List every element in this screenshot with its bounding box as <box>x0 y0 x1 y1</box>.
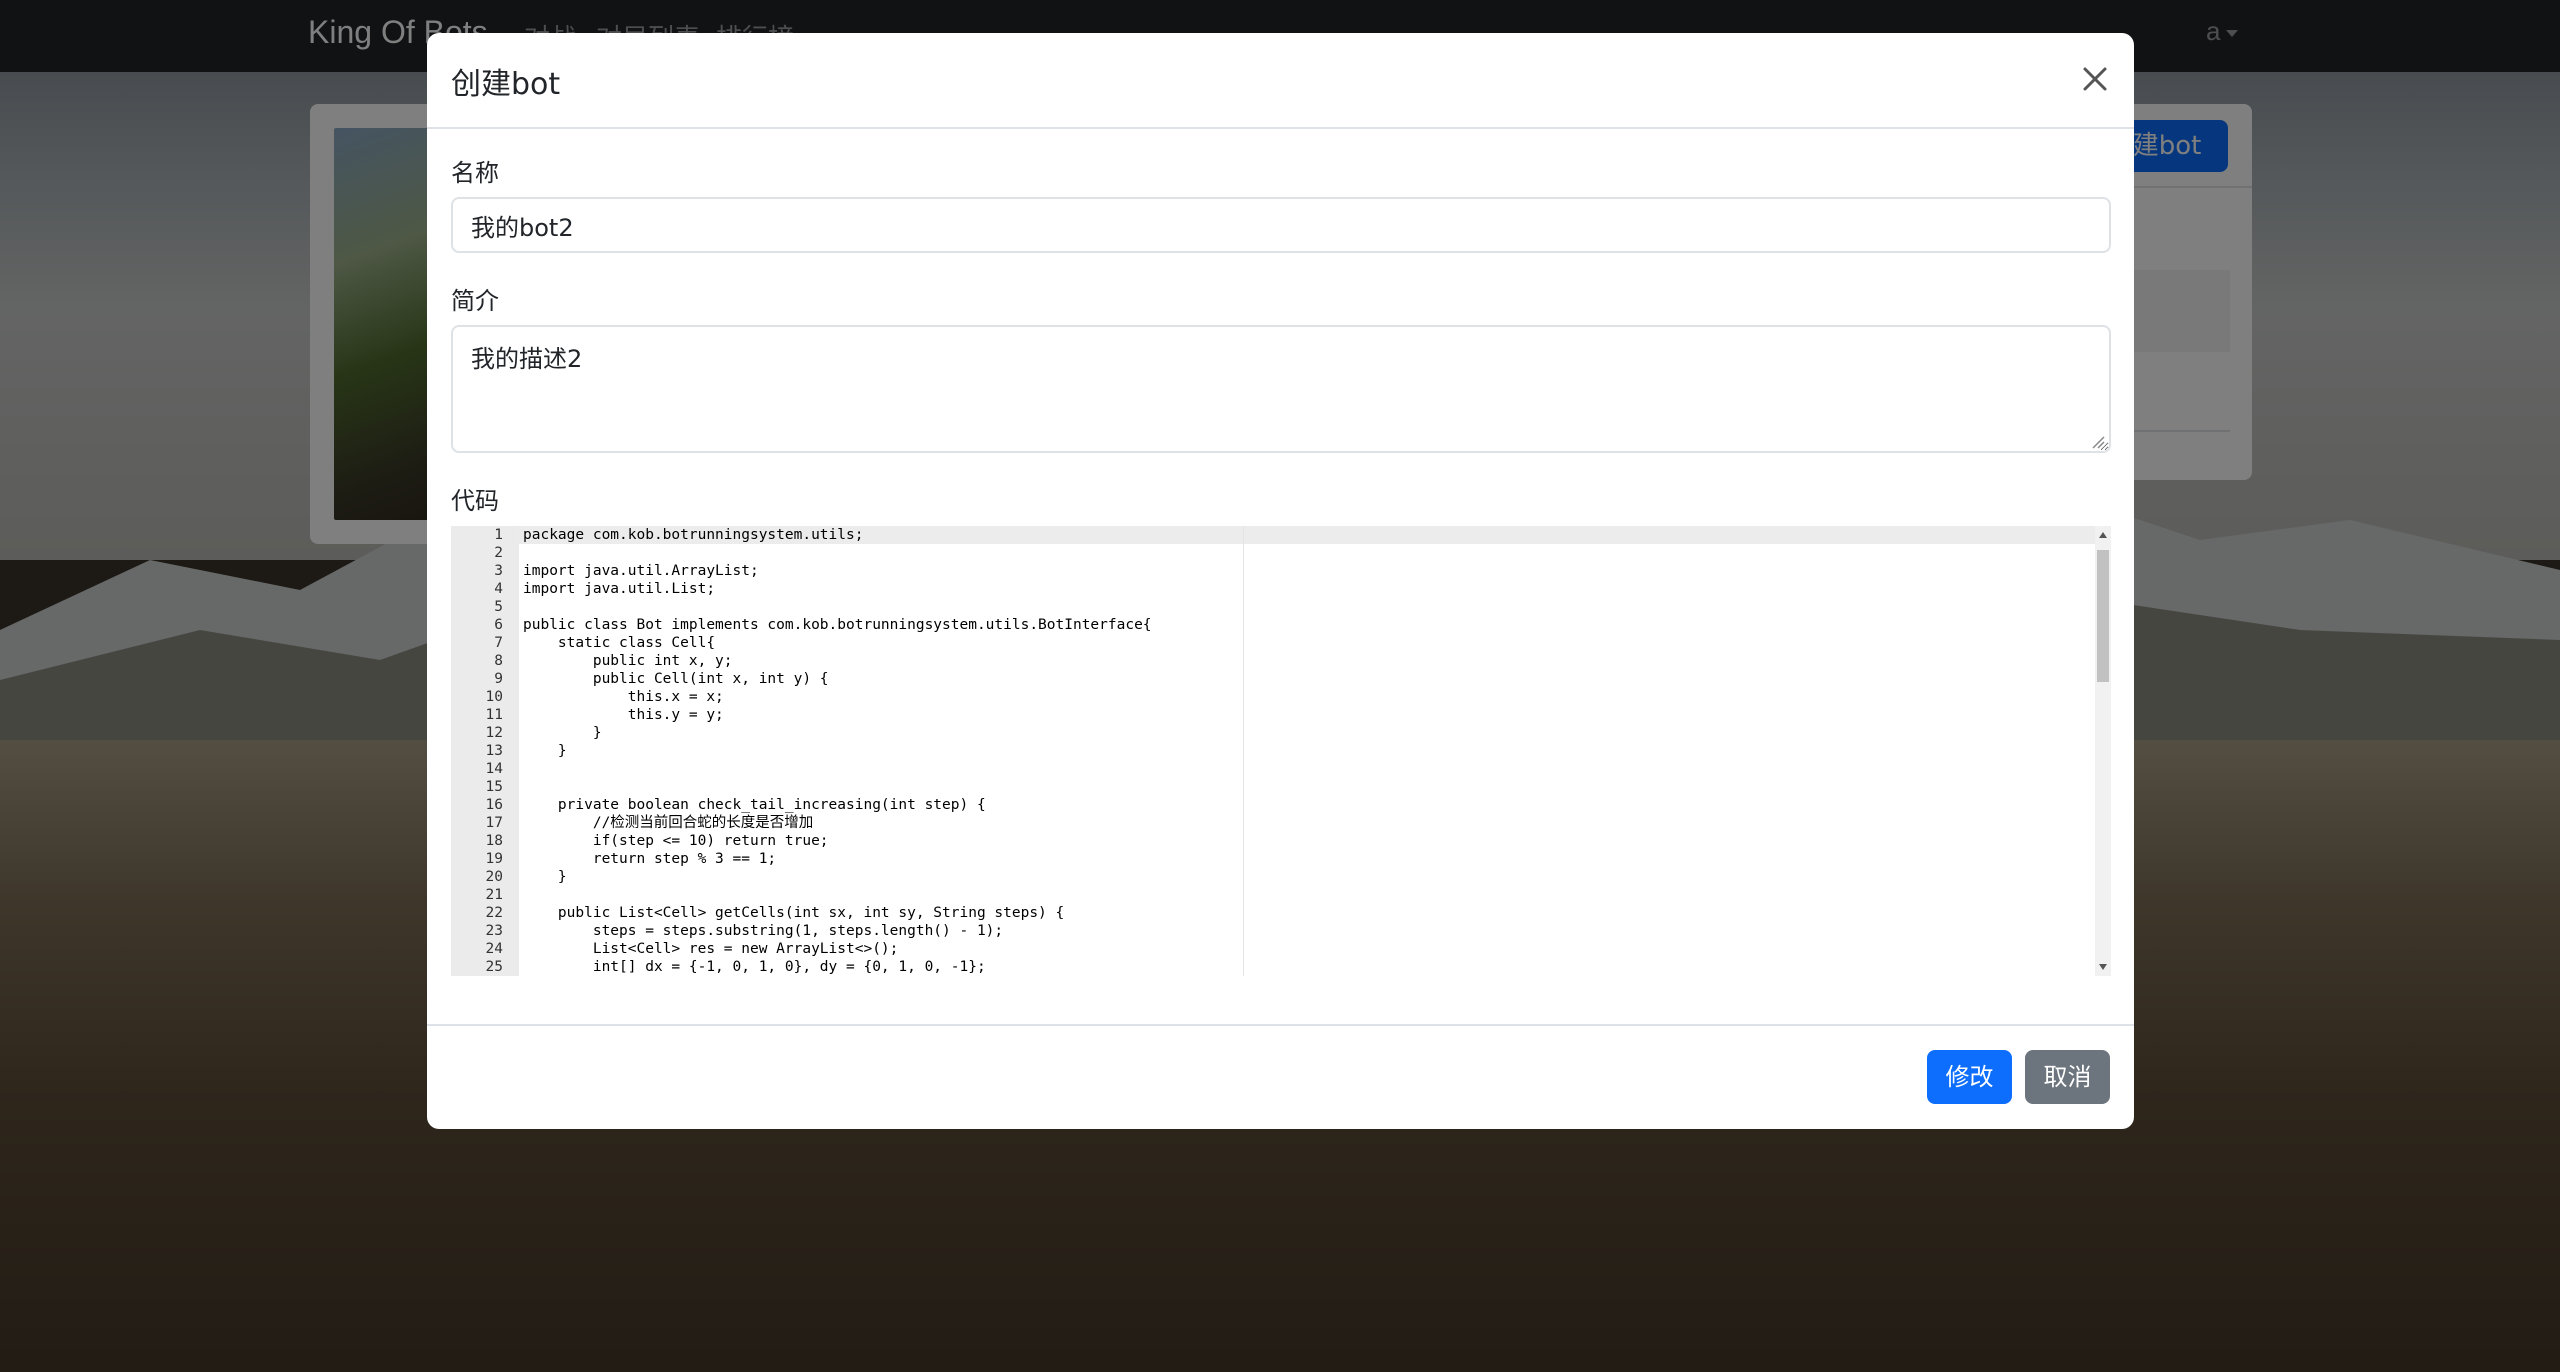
bot-name-input[interactable] <box>451 197 2111 253</box>
line-number: 13 <box>485 743 503 759</box>
code-line: //检测当前回合蛇的长度是否增加 <box>523 815 814 831</box>
code-line: return step % 3 == 1; <box>523 851 777 867</box>
code-line: public class Bot implements com.kob.botr… <box>523 617 1152 633</box>
create-bot-modal: 创建bot 名称 简介 我的描述2 代码 1234567891011121314… <box>427 33 2134 1129</box>
line-number: 1 <box>494 527 503 543</box>
code-line: } <box>523 869 567 885</box>
code-line: this.x = x; <box>523 689 724 705</box>
code-line: private boolean check_tail_increasing(in… <box>523 797 986 813</box>
code-line: List<Cell> res = new ArrayList<>(); <box>523 941 899 957</box>
line-number: 18 <box>485 833 503 849</box>
code-line: package com.kob.botrunningsystem.utils; <box>523 527 864 543</box>
scroll-up-arrow-icon[interactable] <box>2099 532 2107 538</box>
line-number: 22 <box>485 905 503 921</box>
resize-handle-icon[interactable] <box>2091 435 2105 449</box>
code-line: } <box>523 743 567 759</box>
line-number: 19 <box>485 851 503 867</box>
line-number: 20 <box>485 869 503 885</box>
code-line: public List<Cell> getCells(int sx, int s… <box>523 905 1065 921</box>
line-number: 10 <box>485 689 503 705</box>
line-number: 4 <box>494 581 503 597</box>
line-number: 7 <box>494 635 503 651</box>
line-number: 16 <box>485 797 503 813</box>
code-line: static class Cell{ <box>523 635 716 651</box>
code-line: public Cell(int x, int y) { <box>523 671 829 687</box>
line-number: 15 <box>485 779 503 795</box>
line-number: 12 <box>485 725 503 741</box>
cancel-button[interactable]: 取消 <box>2025 1050 2110 1104</box>
modal-header: 创建bot <box>427 33 2134 129</box>
line-number: 11 <box>485 707 503 723</box>
line-number-gutter: 1 2 3 4 5 6 7 8 9 10 11 12 13 14 15 16 17 18 19 20 21 22 23 24 2… <box>451 526 519 976</box>
code-line: int[] dx = {-1, 0, 1, 0}, dy = {0, 1, 0,… <box>523 959 986 975</box>
code-line: import java.util.List; <box>523 581 716 597</box>
bot-description-input[interactable]: 我的描述2 <box>451 325 2111 453</box>
modal-footer <box>427 1024 2134 1129</box>
line-number: 6 <box>494 617 503 633</box>
code-line: if(step <= 10) return true; <box>523 833 829 849</box>
line-number: 2 <box>494 545 503 561</box>
line-number: 14 <box>485 761 503 777</box>
modal-title: 创建bot <box>451 67 561 102</box>
code-editor[interactable]: 1 2 3 4 5 6 7 8 9 10 11 12 13 14 15 16 17 18 19 20 21 22 23 24 2… <box>451 526 2111 976</box>
line-number: 21 <box>485 887 503 903</box>
scrollbar-thumb[interactable] <box>2097 550 2109 682</box>
code-line: public int x, y; <box>523 653 733 669</box>
code-line: this.y = y; <box>523 707 724 723</box>
line-number: 23 <box>485 923 503 939</box>
print-margin <box>1243 526 1244 976</box>
line-number: 25 <box>485 959 503 975</box>
line-number: 5 <box>494 599 503 615</box>
line-number: 17 <box>485 815 503 831</box>
submit-button[interactable]: 修改 <box>1927 1050 2012 1104</box>
scroll-down-arrow-icon[interactable] <box>2099 964 2107 970</box>
line-number: 9 <box>494 671 503 687</box>
line-number: 3 <box>494 563 503 579</box>
code-line: steps = steps.substring(1, steps.length(… <box>523 923 1004 939</box>
name-label: 名称 <box>451 159 499 187</box>
description-label: 简介 <box>451 287 499 315</box>
code-line: } <box>523 725 602 741</box>
code-line: import java.util.ArrayList; <box>523 563 759 579</box>
code-label: 代码 <box>451 487 499 515</box>
close-icon[interactable] <box>2075 59 2115 99</box>
line-number: 24 <box>485 941 503 957</box>
line-number: 8 <box>494 653 503 669</box>
